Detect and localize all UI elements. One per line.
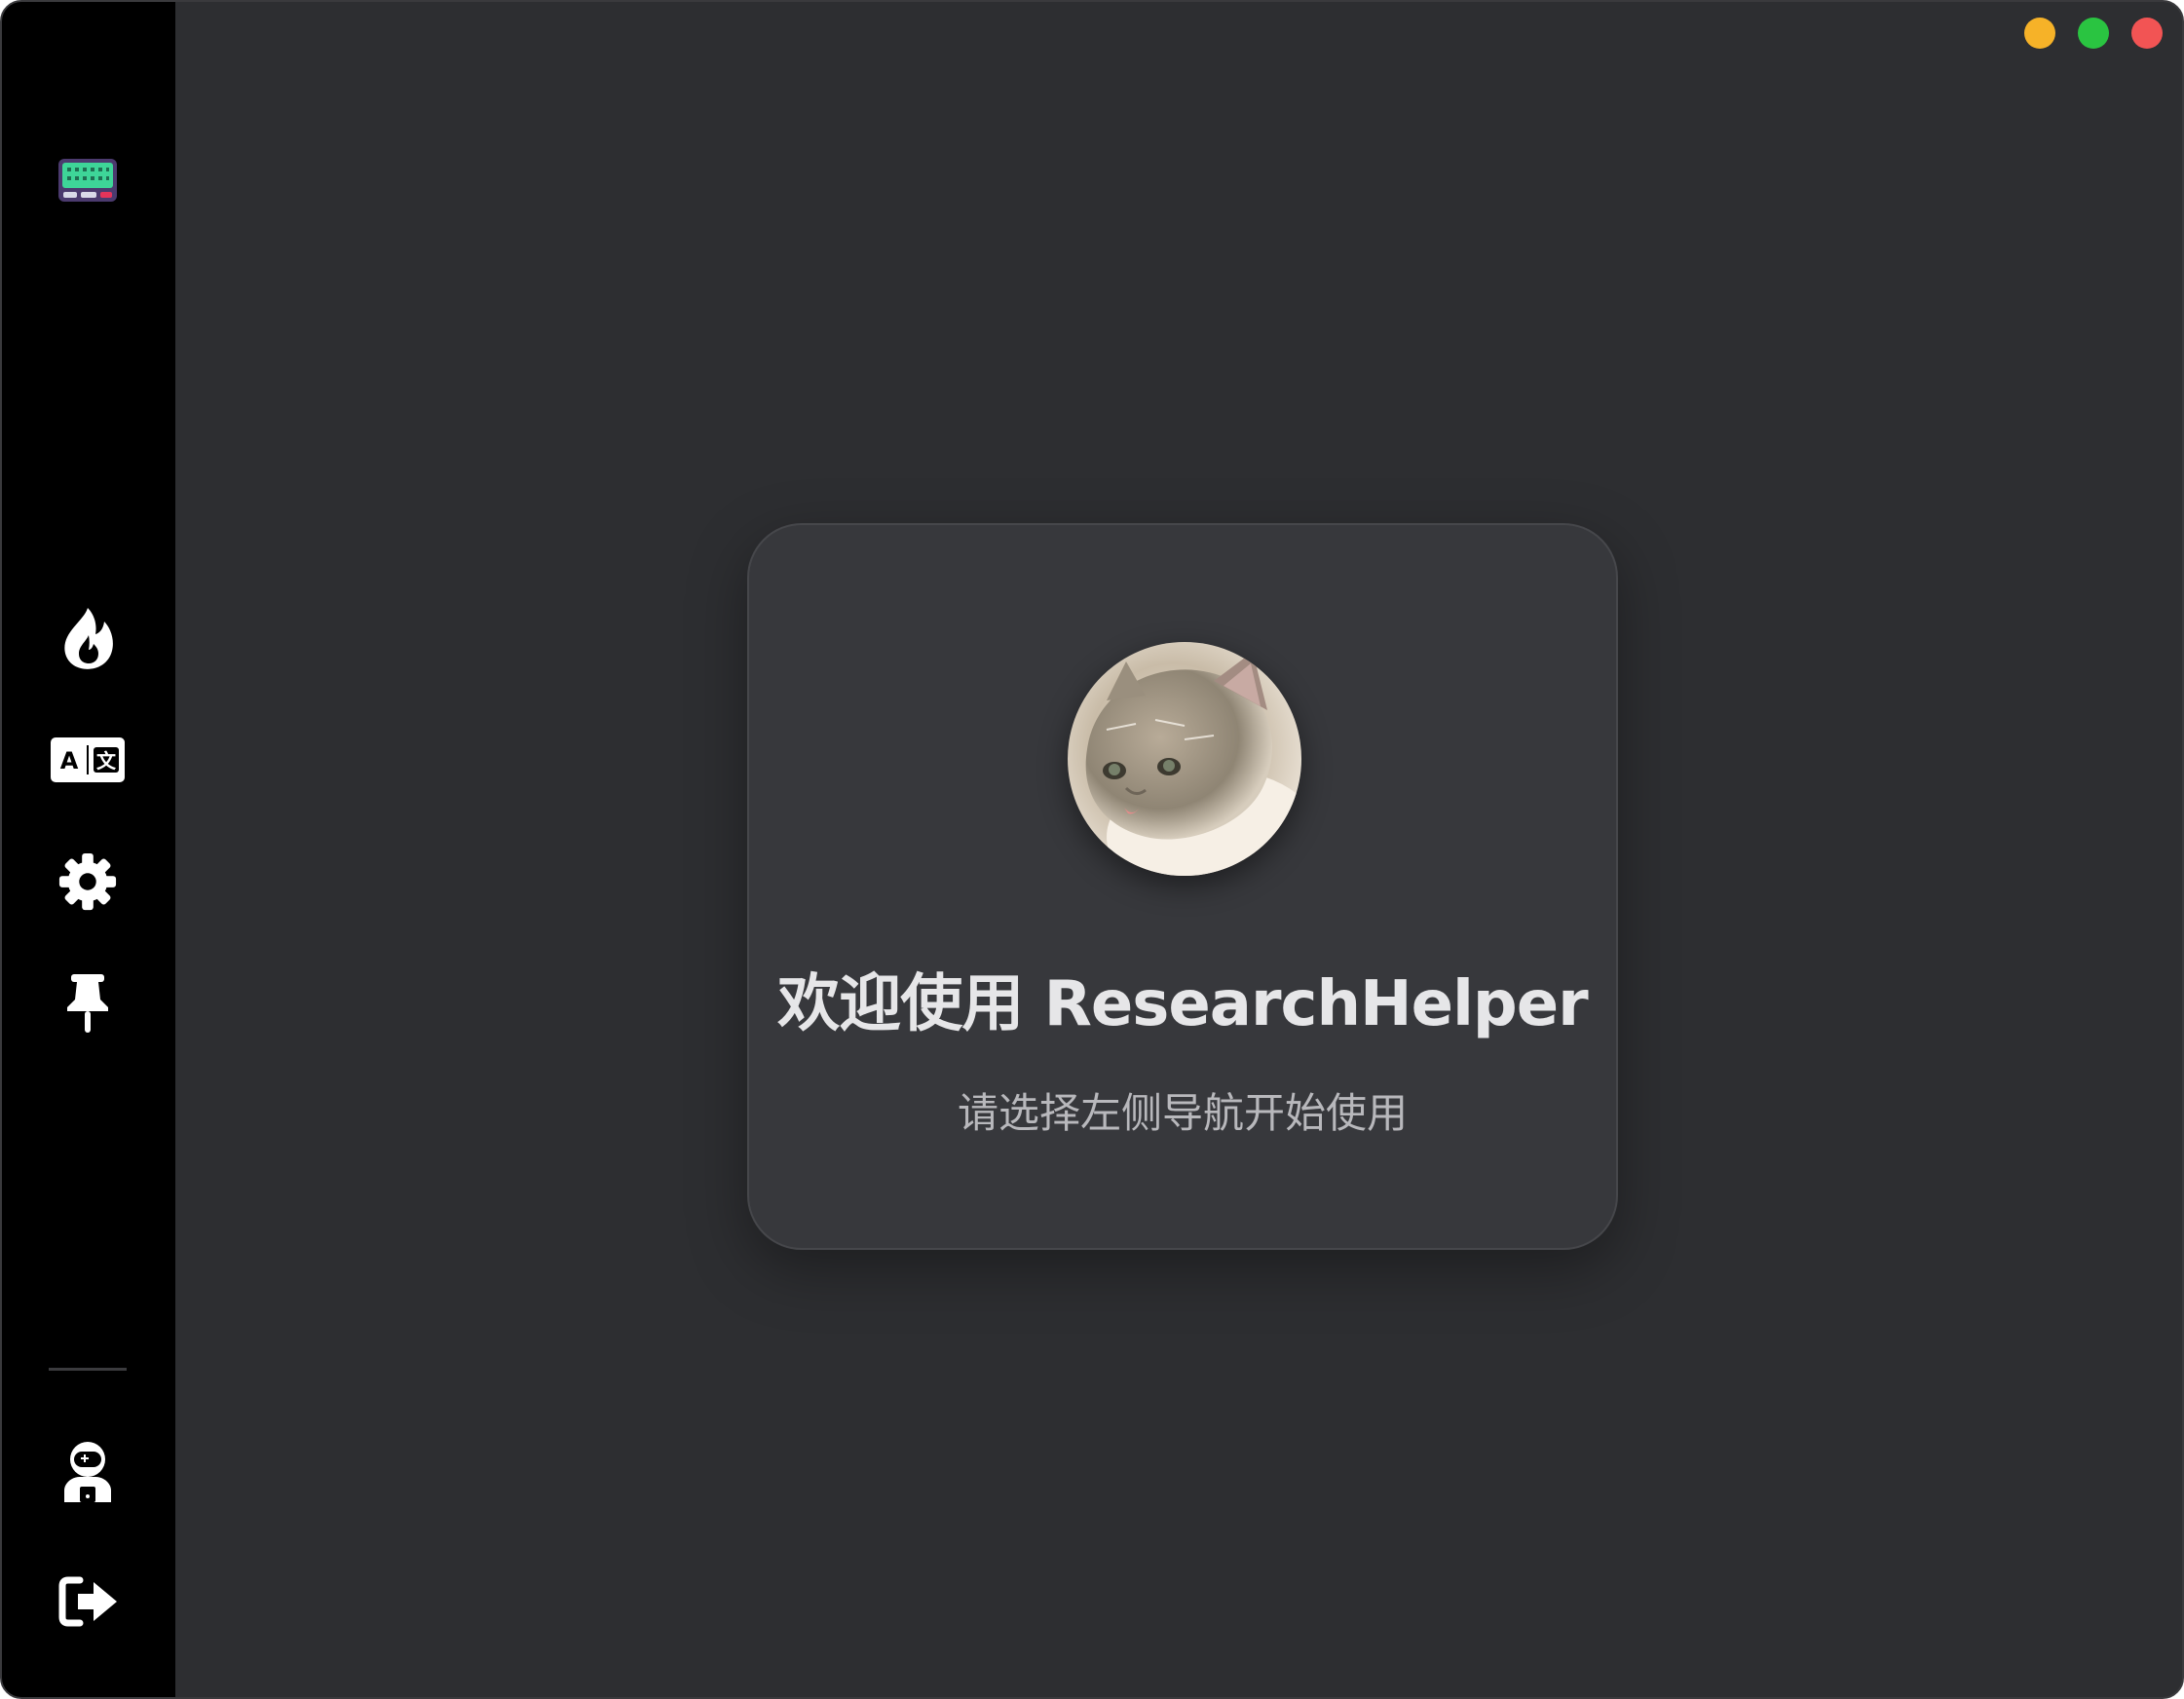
svg-text:A: A [60, 747, 79, 774]
logout-icon[interactable] [45, 1559, 131, 1644]
app-window: A 文 欢迎使用 ResearchHelper 请选择左侧导航开始使用 [0, 0, 2184, 1699]
minimize-button[interactable] [2024, 18, 2055, 49]
welcome-title: 欢迎使用 ResearchHelper [777, 968, 1588, 1040]
gear-icon[interactable] [45, 839, 131, 925]
welcome-subtitle: 请选择左侧导航开始使用 [957, 1089, 1408, 1137]
pushpin-icon[interactable] [45, 961, 131, 1046]
welcome-card: 欢迎使用 ResearchHelper 请选择左侧导航开始使用 [747, 523, 1618, 1250]
flame-icon[interactable] [45, 595, 131, 681]
svg-text:文: 文 [96, 749, 117, 773]
user-astronaut-icon[interactable] [45, 1428, 131, 1514]
sidebar-divider [49, 1368, 127, 1371]
translate-icon[interactable]: A 文 [45, 717, 131, 803]
keyboard-icon[interactable] [45, 137, 131, 223]
maximize-button[interactable] [2078, 18, 2109, 49]
cat-avatar [1068, 642, 1301, 876]
close-button[interactable] [2131, 18, 2163, 49]
sidebar: A 文 [2, 2, 175, 1697]
